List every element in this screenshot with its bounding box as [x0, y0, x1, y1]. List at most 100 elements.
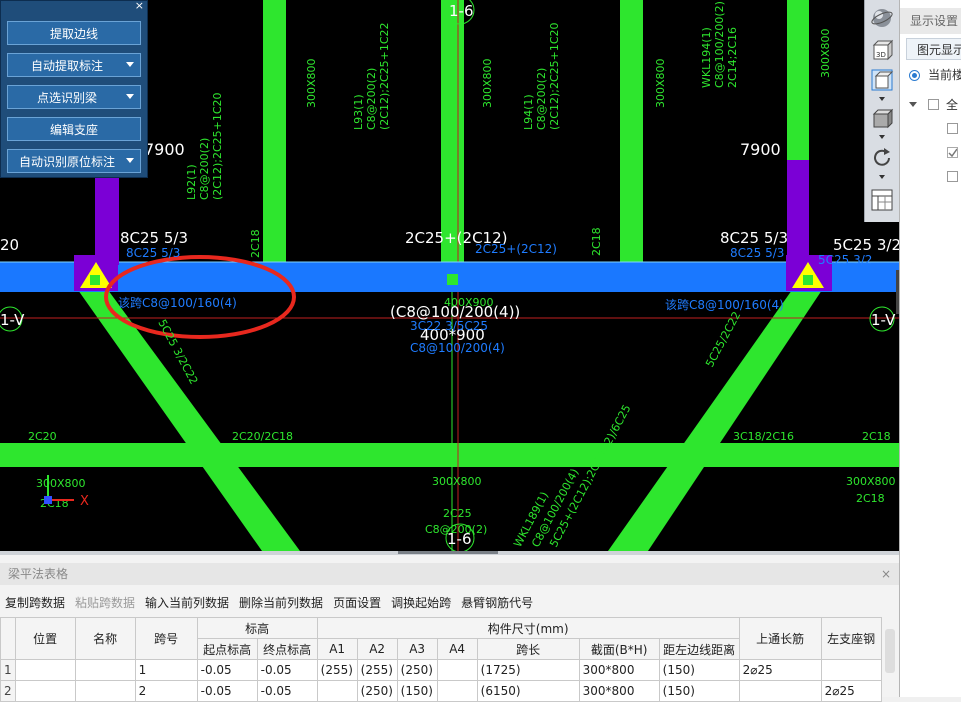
- beam-vertical-1: [263, 0, 286, 262]
- dim-right: 7900: [740, 140, 781, 159]
- svg-text:300X800: 300X800: [819, 28, 832, 78]
- sphere-render-icon[interactable]: [868, 4, 896, 32]
- axis-label-left: 1-V: [0, 311, 25, 329]
- auto-identify-inplace-annotation-button[interactable]: 自动识别原位标注: [7, 149, 141, 173]
- pick-identify-beam-button[interactable]: 点选识别梁: [7, 85, 141, 109]
- col-header[interactable]: A4: [436, 638, 478, 660]
- svg-text:2C18: 2C18: [249, 229, 262, 258]
- svg-text:2C25: 2C25: [443, 507, 472, 520]
- dim-left: 7900: [144, 140, 185, 159]
- svg-text:300X800: 300X800: [481, 58, 494, 108]
- svg-text:(2C12);2C25+1C22: (2C12);2C25+1C22: [378, 22, 391, 130]
- col-header[interactable]: 名称: [74, 617, 136, 660]
- svg-text:3D: 3D: [876, 51, 886, 59]
- col-header[interactable]: A3: [396, 638, 438, 660]
- svg-text:(2C12);2C25+1C20: (2C12);2C25+1C20: [548, 22, 561, 130]
- current-floor-radio[interactable]: [909, 70, 920, 81]
- table-toolbar: 复制跨数据 粘贴跨数据 输入当前列数据 删除当前列数据 页面设置 调换起始跨 悬…: [0, 591, 538, 615]
- chevron-down-icon[interactable]: [879, 135, 885, 139]
- splitter-grip[interactable]: [398, 551, 498, 554]
- svg-text:2C14;2C16: 2C14;2C16: [726, 27, 739, 88]
- svg-text:300X800: 300X800: [305, 58, 318, 108]
- svg-text:C8@200(2): C8@200(2): [425, 523, 487, 536]
- col-header-group: 标高: [196, 617, 318, 639]
- command-palette: × 提取边线 自动提取标注 点选识别梁 编辑支座 自动识别原位标注: [0, 0, 148, 178]
- extract-edge-button[interactable]: 提取边线: [7, 21, 141, 45]
- support-label-left: 8C25 5/3: [120, 229, 188, 247]
- svg-text:300X800: 300X800: [654, 58, 667, 108]
- svg-text:300X800: 300X800: [432, 475, 482, 488]
- col-header[interactable]: 跨长: [476, 638, 580, 660]
- pane-title: 梁平法表格: [8, 567, 69, 581]
- svg-text:C8@100/200(2): C8@100/200(2): [713, 1, 726, 88]
- svg-text:8C25 5/3: 8C25 5/3: [126, 246, 180, 260]
- radio-label: 当前楼: [928, 68, 961, 82]
- midpoint-marker: [447, 274, 458, 285]
- svg-text:2C20: 2C20: [28, 430, 57, 443]
- table-row[interactable]: 1 1 -0.05 -0.05 (255) (255) (250) (1725)…: [0, 659, 882, 681]
- svg-text:300X800: 300X800: [846, 475, 896, 488]
- col-header[interactable]: 终点标高: [256, 638, 318, 660]
- col-header[interactable]: 距左边线距离: [658, 638, 740, 660]
- col-header-group: 构件尺寸(mm): [316, 617, 740, 639]
- chevron-down-icon[interactable]: [879, 175, 885, 179]
- axis-label-right: 1-V: [871, 311, 896, 329]
- svg-text:2C18: 2C18: [590, 227, 603, 256]
- paste-span-data-button[interactable]: 粘贴跨数据: [70, 591, 140, 615]
- tree-label-all: 全: [946, 98, 959, 112]
- col-header[interactable]: 上通长筋: [738, 617, 822, 660]
- delete-current-column-button[interactable]: 删除当前列数据: [234, 591, 328, 615]
- chevron-down-icon[interactable]: [879, 97, 885, 101]
- beam-vertical-4: [787, 0, 809, 160]
- grid-settings-icon[interactable]: [868, 186, 896, 214]
- rotate-icon[interactable]: [868, 144, 896, 172]
- table-scrollbar[interactable]: [885, 629, 895, 673]
- stirrup-left: 该跨C8@100/160(4): [118, 296, 237, 310]
- page-setup-button[interactable]: 页面设置: [328, 591, 386, 615]
- col-header[interactable]: 位置: [14, 617, 76, 660]
- svg-text:5C25 3/2: 5C25 3/2: [818, 253, 872, 267]
- beam-table-pane: 梁平法表格 × 复制跨数据 粘贴跨数据 输入当前列数据 删除当前列数据 页面设置…: [0, 555, 899, 702]
- svg-text:2C18: 2C18: [856, 492, 885, 505]
- box-view-icon[interactable]: [868, 104, 896, 132]
- chevron-down-icon[interactable]: [126, 158, 134, 163]
- beam-diagonal-right: [608, 290, 822, 551]
- chevron-down-icon[interactable]: [126, 94, 134, 99]
- input-current-column-button[interactable]: 输入当前列数据: [140, 591, 234, 615]
- copy-span-data-button[interactable]: 复制跨数据: [0, 591, 70, 615]
- svg-text:20: 20: [0, 236, 19, 254]
- chevron-down-icon[interactable]: [126, 62, 134, 67]
- col-header[interactable]: A2: [356, 638, 398, 660]
- edit-support-button[interactable]: 编辑支座: [7, 117, 141, 141]
- view-cube-icon[interactable]: [868, 66, 896, 94]
- cantilever-rebar-code-button[interactable]: 悬臂钢筋代号: [456, 591, 538, 615]
- tree-collapse-icon[interactable]: [909, 102, 917, 107]
- close-icon[interactable]: ×: [135, 0, 144, 12]
- table-row[interactable]: 2 2 -0.05 -0.05 (250) (150) (6150) 300*8…: [0, 680, 882, 702]
- col-header[interactable]: 左支座钢: [820, 617, 882, 660]
- col-header[interactable]: A1: [316, 638, 358, 660]
- close-icon[interactable]: ×: [881, 563, 891, 585]
- support-label-right: 8C25 5/3: [720, 229, 788, 247]
- svg-text:C8@200(2): C8@200(2): [365, 68, 378, 130]
- tab-element-display[interactable]: 图元显示: [906, 38, 961, 60]
- display-settings-panel: 显示设置 图元显示 当前楼 全: [899, 0, 961, 697]
- svg-text:C8@200(2): C8@200(2): [535, 68, 548, 130]
- svg-text:2C20/2C18: 2C20/2C18: [232, 430, 293, 443]
- col-header[interactable]: 起点标高: [196, 638, 258, 660]
- svg-text:400X900: 400X900: [444, 296, 494, 309]
- svg-text:X: X: [80, 494, 89, 509]
- col-header[interactable]: 跨号: [134, 617, 198, 660]
- tree-checkbox-all[interactable]: [928, 99, 939, 110]
- 3d-view-icon[interactable]: 3D: [868, 36, 896, 64]
- swap-start-span-button[interactable]: 调换起始跨: [386, 591, 456, 615]
- svg-text:3C18/2C16: 3C18/2C16: [733, 430, 794, 443]
- svg-text:WKL194(1): WKL194(1): [700, 27, 713, 88]
- tree-checkbox[interactable]: [947, 123, 958, 134]
- tree-checkbox[interactable]: [947, 171, 958, 182]
- tree-checkbox-checked[interactable]: [947, 147, 958, 158]
- svg-text:5C25+(2C12);2C20(-2)/6C25: 5C25+(2C12);2C20(-2)/6C25: [547, 403, 633, 550]
- auto-extract-annotation-button[interactable]: 自动提取标注: [7, 53, 141, 77]
- support-column-left: [95, 165, 119, 265]
- col-header[interactable]: 截面(B*H): [578, 638, 660, 660]
